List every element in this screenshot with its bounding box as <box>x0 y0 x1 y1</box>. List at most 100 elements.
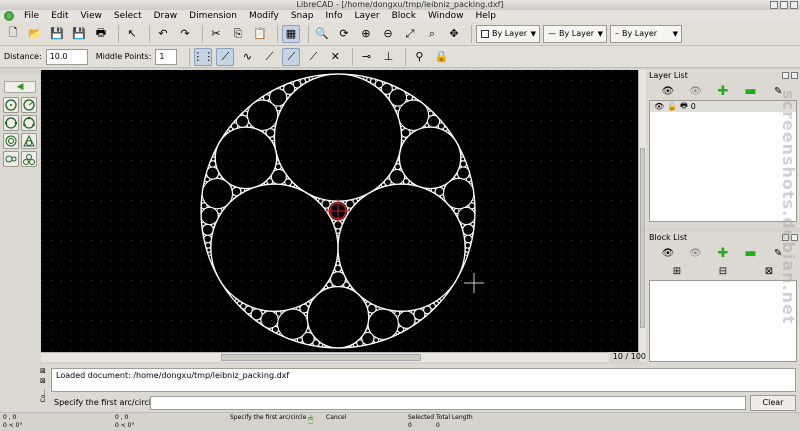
remove-layer-icon[interactable]: ▬ <box>744 84 758 99</box>
restrict-horizontal-icon[interactable]: ⊸ <box>357 48 375 66</box>
layer-lock-icon[interactable]: 🔓 <box>667 102 677 111</box>
toolbar-separator <box>308 24 309 43</box>
toolbar-separator <box>189 47 191 66</box>
add-block-icon[interactable]: ✚ <box>716 246 730 261</box>
back-arrow-icon[interactable]: ◀ <box>4 81 36 93</box>
linewidth-combo[interactable]: – By Layer ▼ <box>610 24 682 43</box>
circle-tangent-3-icon[interactable] <box>21 151 37 167</box>
circle-center-point-icon[interactable] <box>3 97 19 113</box>
layer-print-icon[interactable]: 🖶 <box>680 100 688 114</box>
print-icon[interactable]: 🖶 <box>92 25 110 43</box>
hide-all-blocks-icon[interactable]: 👁 <box>688 246 702 260</box>
cut-icon[interactable]: ✂ <box>207 25 225 43</box>
menu-draw[interactable]: Draw <box>148 10 184 22</box>
circle-center-radius-icon[interactable] <box>21 97 37 113</box>
zoom-auto-icon[interactable]: ⤢ <box>401 25 419 43</box>
middle-points-spinbox[interactable]: 1 <box>155 48 178 65</box>
snap-center-icon[interactable]: ⟋ <box>260 48 278 66</box>
layer-list[interactable]: 👁 🔓 🖶 0 <box>649 100 797 222</box>
vertical-scrollbar[interactable] <box>638 70 646 362</box>
selected-count: 0 <box>408 422 412 429</box>
zoom-redraw-icon[interactable]: ⟳ <box>335 25 353 43</box>
dock-close-icon[interactable]: ⊠ <box>40 367 50 375</box>
snap-intersection-icon[interactable]: ✕ <box>326 48 344 66</box>
menu-dimension[interactable]: Dimension <box>183 10 243 22</box>
close-panel-button[interactable] <box>791 72 798 79</box>
remove-block-icon[interactable]: ▬ <box>744 246 758 261</box>
vertical-scrollbar-thumb[interactable] <box>640 148 645 328</box>
layer-visible-icon[interactable]: 👁 <box>654 102 664 111</box>
horizontal-scrollbar[interactable] <box>41 352 609 362</box>
menu-help[interactable]: Help <box>469 10 502 22</box>
command-widget: ⊠ ⊠ Co... Loaded document: /home/dongxu/… <box>0 364 800 412</box>
add-layer-icon[interactable]: ✚ <box>716 84 730 99</box>
horizontal-scrollbar-thumb[interactable] <box>221 354 421 361</box>
menu-view[interactable]: View <box>75 10 108 22</box>
zoom-previous-icon[interactable]: ⌕ <box>423 25 441 43</box>
menu-edit[interactable]: Edit <box>45 10 74 22</box>
paste-icon[interactable]: 📋 <box>251 25 269 43</box>
circle-2-points-icon[interactable] <box>3 115 19 131</box>
distance-input[interactable]: 10.0 <box>45 48 88 65</box>
float-panel-button[interactable] <box>782 72 789 79</box>
dock-float-icon[interactable]: ⊠ <box>40 377 50 385</box>
snap-grid-icon[interactable]: ⋮⋮ <box>192 47 214 66</box>
linewidth-combo-value: By Layer <box>622 29 658 38</box>
circle-inscribed-icon[interactable] <box>21 133 37 149</box>
relative-coordinate: 0 , 0 <box>115 414 129 421</box>
hide-all-layers-icon[interactable]: 👁 <box>688 84 702 98</box>
zoom-out-icon[interactable]: ⊖ <box>379 25 397 43</box>
toolbar-separator <box>118 24 119 43</box>
block-list[interactable] <box>649 280 797 362</box>
layer-list-title-bar: Layer List <box>646 70 800 82</box>
zoom-window-icon[interactable]: 🔍 <box>313 25 331 43</box>
close-button[interactable] <box>790 1 798 9</box>
open-file-icon[interactable]: 📂 <box>26 25 44 43</box>
middle-points-value: 1 <box>159 51 165 61</box>
menu-info[interactable]: Info <box>319 10 348 22</box>
copy-icon[interactable]: ⎘ <box>229 25 247 43</box>
snap-endpoint-icon[interactable]: ⟋ <box>216 47 235 66</box>
menu-block[interactable]: Block <box>386 10 422 22</box>
linetype-combo-value: By Layer <box>559 29 595 38</box>
color-combo[interactable]: By Layer ▼ <box>476 24 540 43</box>
snap-distance-icon[interactable]: ⟋ <box>304 48 322 66</box>
toolbar-separator <box>405 47 407 66</box>
zoom-pan-icon[interactable]: ✥ <box>445 25 463 43</box>
show-all-layers-icon[interactable]: 👁 <box>661 84 675 98</box>
lock-relative-zero-icon[interactable]: 🔒 <box>432 48 450 66</box>
save-icon[interactable]: 💾 <box>48 25 66 43</box>
menu-modify[interactable]: Modify <box>243 10 285 22</box>
clear-button[interactable]: Clear <box>750 395 796 411</box>
insert-block-icon[interactable]: ⊞ <box>670 264 684 278</box>
save-as-icon[interactable]: 💾 <box>70 25 88 43</box>
create-block-icon[interactable]: ⊟ <box>716 264 730 278</box>
maximize-button[interactable] <box>780 1 788 9</box>
drawing-canvas[interactable] <box>41 70 639 352</box>
minimize-button[interactable] <box>770 1 778 9</box>
menu-select[interactable]: Select <box>108 10 148 22</box>
restrict-vertical-icon[interactable]: ⊥ <box>379 48 397 66</box>
layer-row[interactable]: 👁 🔓 🖶 0 <box>650 101 796 112</box>
new-file-icon[interactable]: 🗋 <box>4 25 22 43</box>
circle-concentric-icon[interactable] <box>3 133 19 149</box>
circle-tangent-2-icon[interactable] <box>3 151 19 167</box>
command-input[interactable] <box>150 396 746 410</box>
menu-file[interactable]: File <box>18 10 45 22</box>
select-pointer-icon[interactable]: ↖ <box>123 25 141 43</box>
undo-icon[interactable]: ↶ <box>154 25 172 43</box>
menu-window[interactable]: Window <box>422 10 470 22</box>
zoom-in-icon[interactable]: ⊕ <box>357 25 375 43</box>
show-all-blocks-icon[interactable]: 👁 <box>661 246 675 260</box>
redo-icon[interactable]: ↷ <box>176 25 194 43</box>
mouse-right-hint: Cancel <box>326 414 347 421</box>
save-block-icon[interactable]: ⊠ <box>762 264 776 278</box>
relative-zero-icon[interactable]: ⚲ <box>410 48 428 66</box>
menu-layer[interactable]: Layer <box>349 10 386 22</box>
linetype-combo[interactable]: — By Layer ▼ <box>543 24 607 43</box>
grid-toggle-icon[interactable]: ▦ <box>282 24 300 43</box>
menu-snap[interactable]: Snap <box>285 10 320 22</box>
snap-on-entity-icon[interactable]: ∿ <box>238 48 256 66</box>
circle-3-points-icon[interactable] <box>21 115 37 131</box>
snap-middle-icon[interactable]: ⟋ <box>282 47 301 66</box>
